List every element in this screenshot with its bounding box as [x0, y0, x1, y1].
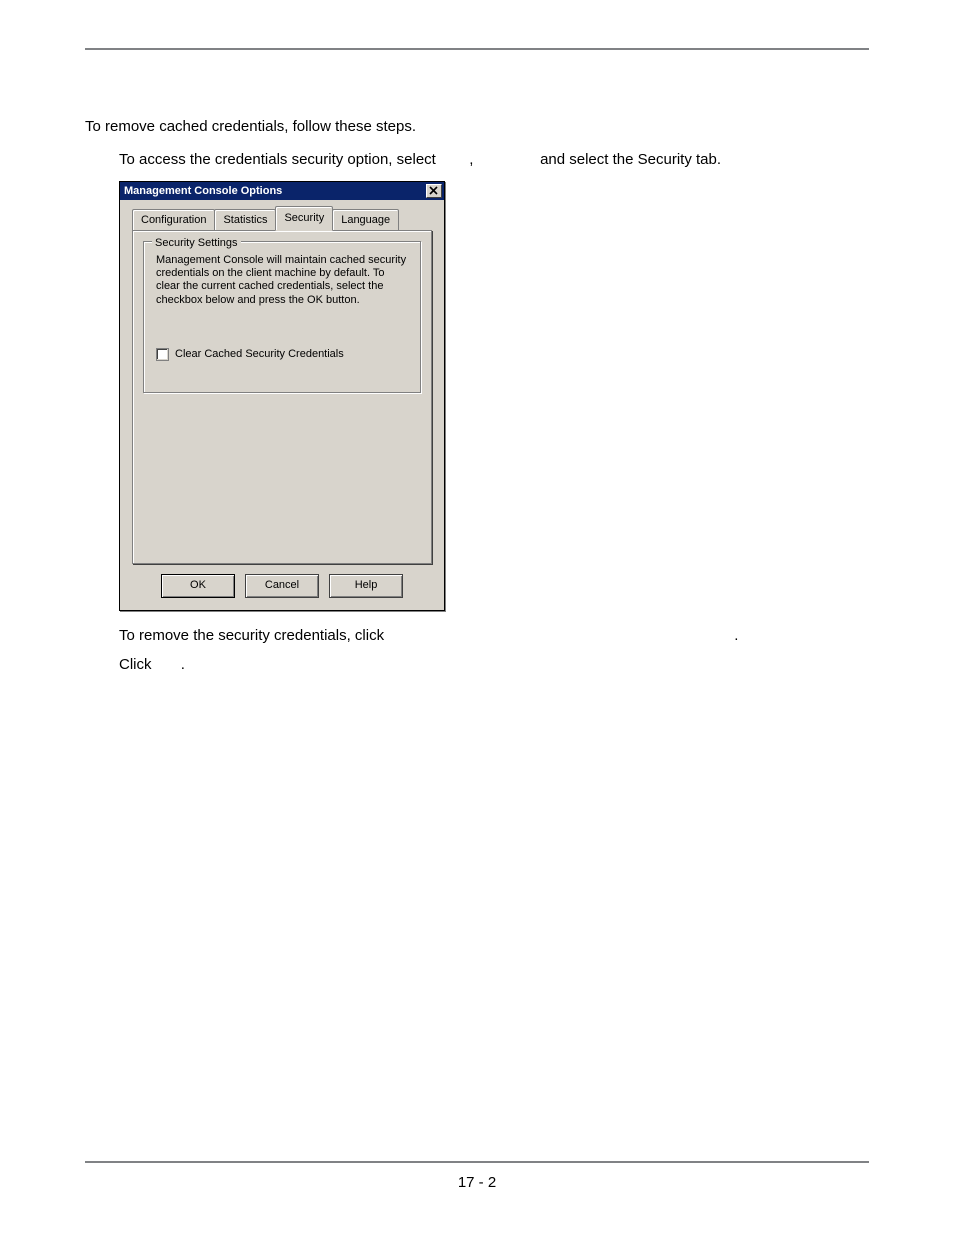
- tab-language[interactable]: Language: [332, 209, 399, 232]
- cancel-button[interactable]: Cancel: [245, 574, 319, 598]
- tab-strip: Configuration Statistics Security Langua…: [132, 210, 432, 230]
- help-button[interactable]: Help: [329, 574, 403, 598]
- page-number: 17 - 2: [0, 1174, 954, 1191]
- footer-rule: [85, 1161, 869, 1163]
- step-2-a: To remove the security credentials, clic…: [119, 627, 388, 644]
- security-settings-group: Security Settings Management Console wil…: [143, 241, 421, 393]
- step-3-end: .: [181, 656, 185, 673]
- group-description: Management Console will maintain cached …: [156, 254, 408, 307]
- dialog-body: Configuration Statistics Security Langua…: [120, 200, 444, 610]
- step-1-comma: ,: [469, 151, 473, 168]
- options-dialog: Management Console Options Configuration…: [119, 181, 445, 611]
- clear-credentials-checkbox[interactable]: [156, 348, 169, 361]
- step-1-a: To access the credentials security optio…: [119, 151, 440, 168]
- step-1-placeholder-2: [478, 151, 536, 168]
- close-icon[interactable]: [426, 184, 442, 198]
- step-1: To access the credentials security optio…: [119, 149, 869, 172]
- dialog-button-row: OK Cancel Help: [126, 574, 438, 598]
- intro-text: To remove cached credentials, follow the…: [85, 116, 869, 139]
- step-2-placeholder: [388, 627, 730, 644]
- body-content: To remove cached credentials, follow the…: [85, 116, 869, 678]
- clear-credentials-row[interactable]: Clear Cached Security Credentials: [156, 346, 344, 363]
- dialog-title: Management Console Options: [122, 183, 426, 200]
- group-legend: Security Settings: [152, 235, 241, 252]
- document-page: To remove cached credentials, follow the…: [0, 0, 954, 1235]
- step-1-placeholder-1: [440, 151, 465, 168]
- tab-statistics[interactable]: Statistics: [214, 209, 276, 232]
- ok-button[interactable]: OK: [161, 574, 235, 598]
- step-3: Click .: [119, 654, 869, 677]
- header-rule: [85, 48, 869, 50]
- tab-panel-security: Security Settings Management Console wil…: [132, 230, 432, 564]
- step-1-b: and select the Security tab.: [540, 151, 721, 168]
- step-3-a: Click: [119, 656, 156, 673]
- clear-credentials-label: Clear Cached Security Credentials: [175, 346, 344, 363]
- dialog-titlebar[interactable]: Management Console Options: [120, 182, 444, 200]
- dialog-screenshot: Management Console Options Configuration…: [119, 181, 869, 611]
- step-3-placeholder: [156, 656, 177, 673]
- step-2: To remove the security credentials, clic…: [119, 625, 869, 648]
- step-2-end: .: [734, 627, 738, 644]
- tab-configuration[interactable]: Configuration: [132, 209, 215, 232]
- tab-security[interactable]: Security: [275, 206, 333, 232]
